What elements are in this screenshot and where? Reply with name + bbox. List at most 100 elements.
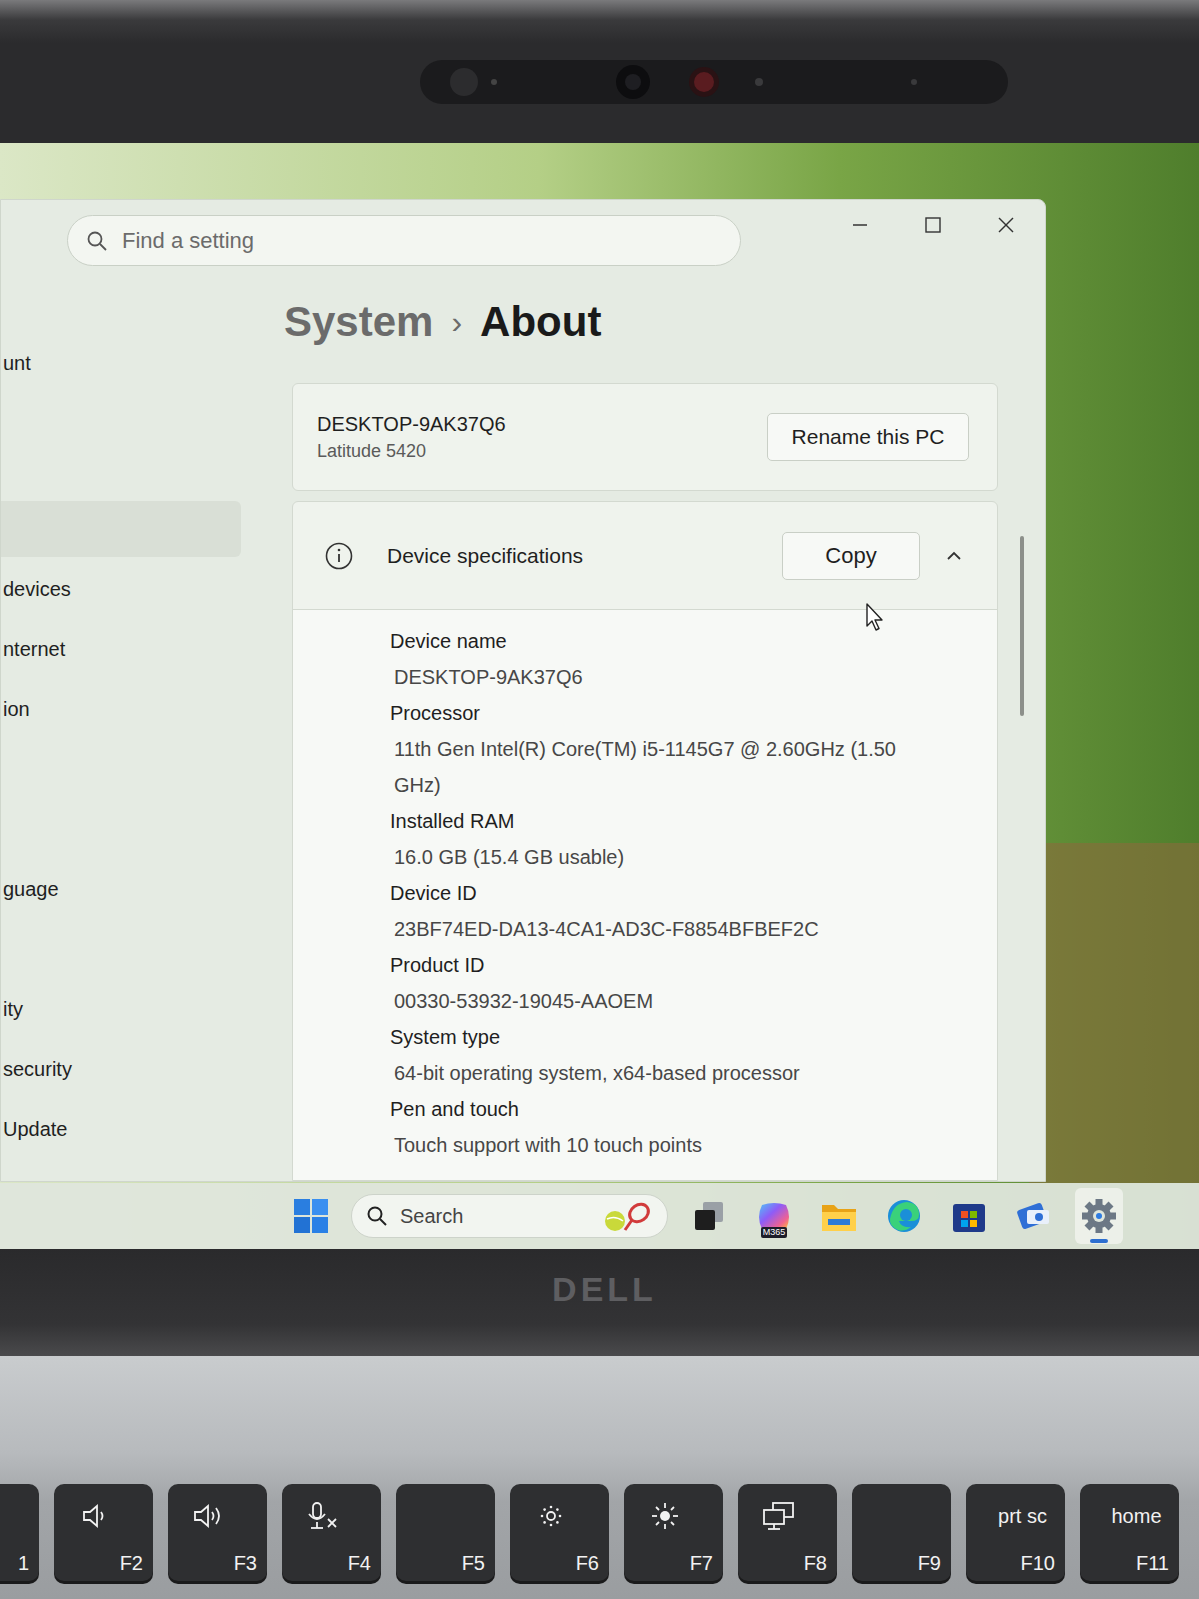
taskbar-app[interactable] [880, 1188, 928, 1244]
taskbar-app[interactable] [945, 1188, 993, 1244]
function-key[interactable]: F8 [738, 1484, 837, 1581]
webcam-icon [420, 60, 1008, 104]
search-icon [366, 1205, 388, 1227]
key-label: F2 [120, 1551, 143, 1575]
sidebar-gap [1, 393, 284, 499]
explorer-icon [820, 1199, 858, 1233]
window-body: unt devices nternet ion guage ity security Upda… [1, 285, 1045, 1181]
function-key[interactable]: F4 [282, 1484, 381, 1581]
maximize-button[interactable] [896, 205, 969, 245]
function-key[interactable]: prt scF10 [966, 1484, 1065, 1581]
sidebar-item[interactable] [1, 919, 284, 979]
key-top [624, 1498, 723, 1534]
sidebar: unt devices nternet ion guage ity security Upda… [1, 285, 284, 1181]
search-icon [86, 230, 108, 252]
spec-item: System type64-bit operating system, x64-… [390, 1019, 997, 1091]
sidebar-label[interactable]: ion [1, 694, 30, 724]
sidebar-item[interactable]: Update [1, 1099, 284, 1159]
sidebar-label[interactable]: guage [1, 874, 59, 904]
spec-item: Device ID23BF74ED-DA13-4CA1-AD3C-F8854BF… [390, 875, 997, 947]
key-top-label: prt sc [984, 1504, 1047, 1528]
sidebar-label[interactable]: nternet [1, 634, 65, 664]
volume-up-icon [192, 1502, 226, 1530]
specs-header[interactable]: Device specifications Copy [293, 502, 997, 610]
edge-icon [885, 1197, 923, 1235]
pc-name: DESKTOP-9AK37Q6 [317, 410, 506, 438]
settings-search[interactable]: Find a setting [67, 215, 741, 266]
rename-button[interactable]: Rename this PC [767, 413, 969, 461]
sidebar-item[interactable]: ity [1, 979, 284, 1039]
function-key[interactable]: F7 [624, 1484, 723, 1581]
close-button[interactable] [969, 205, 1042, 245]
function-key[interactable]: F2 [54, 1484, 153, 1581]
function-key[interactable]: F3 [168, 1484, 267, 1581]
sidebar-item[interactable]: unt [1, 333, 284, 393]
taskbar-app[interactable] [815, 1188, 863, 1244]
key-label: F4 [348, 1551, 371, 1575]
key-top [54, 1498, 153, 1534]
sidebar-label[interactable]: Update [1, 1114, 68, 1144]
function-key[interactable]: 1 [0, 1484, 39, 1581]
taskbar-app[interactable] [685, 1188, 733, 1244]
app-icon [1015, 1198, 1053, 1234]
specs-title: Device specifications [387, 540, 583, 572]
chevron-icon[interactable] [934, 536, 974, 576]
function-key[interactable]: F9 [852, 1484, 951, 1581]
sidebar-item-highlight [1, 501, 241, 557]
specs-body: Device nameDESKTOP-9AK37Q6Processor11th … [293, 610, 997, 1180]
sidebar-label[interactable]: unt [1, 348, 31, 378]
key-top: prt sc [966, 1498, 1065, 1534]
volume-down-icon [80, 1502, 110, 1530]
cursor-icon [865, 602, 887, 632]
spec-label: Pen and touch [390, 1091, 997, 1127]
spec-item: Pen and touchTouch support with 10 touch… [390, 1091, 997, 1163]
key-label: F8 [804, 1551, 827, 1575]
function-key[interactable]: F5 [396, 1484, 495, 1581]
spec-value: Touch support with 10 touch points [394, 1127, 924, 1163]
sidebar-item-highlight [1, 801, 241, 857]
sidebar-label[interactable]: security [1, 1054, 72, 1084]
spec-label: Product ID [390, 947, 997, 983]
search-placeholder[interactable]: Find a setting [122, 224, 254, 257]
key-top-label: home [1097, 1504, 1161, 1528]
start-icon[interactable] [293, 1198, 329, 1234]
key-label: F7 [690, 1551, 713, 1575]
sidebar-item[interactable]: nternet [1, 619, 284, 679]
taskbar-app[interactable] [1075, 1188, 1123, 1244]
spec-item: Device nameDESKTOP-9AK37Q6 [390, 623, 997, 695]
settings-window: Find a setting unt devices nternet ion guage i… [0, 199, 1046, 1182]
sidebar-label[interactable]: ity [1, 994, 23, 1024]
taskbar-app[interactable] [1010, 1188, 1058, 1244]
key-top [0, 1498, 39, 1534]
function-key[interactable]: F6 [510, 1484, 609, 1581]
sidebar-item[interactable]: guage [1, 859, 284, 919]
taskbar-app[interactable]: M365 [750, 1188, 798, 1244]
sidebar-item-highlight: ity [1, 981, 241, 1037]
taskbar-search-placeholder[interactable]: Search [400, 1201, 463, 1231]
sidebar-item[interactable]: security [1, 1039, 284, 1099]
taskbar-search[interactable]: Search [351, 1194, 668, 1238]
copy-button[interactable]: Copy [782, 532, 920, 580]
breadcrumb-parent[interactable]: System [284, 297, 433, 347]
sidebar-label[interactable]: devices [1, 574, 71, 604]
scrollbar-thumb[interactable] [1020, 536, 1024, 716]
key-top [282, 1498, 381, 1534]
sidebar-item-highlight: devices [1, 561, 241, 617]
minimize-button[interactable] [823, 205, 896, 245]
spec-label: Device name [390, 623, 997, 659]
spec-label: Device ID [390, 875, 997, 911]
sidebar-item-highlight [1, 741, 241, 797]
sidebar-item[interactable] [1, 799, 284, 859]
settings-icon [1080, 1197, 1118, 1235]
pc-card: DESKTOP-9AK37Q6Latitude 5420Rename this … [292, 383, 998, 491]
sidebar-item[interactable] [1, 499, 284, 559]
spec-label: Installed RAM [390, 803, 997, 839]
function-key[interactable]: homeF11 [1080, 1484, 1179, 1581]
content: System›AboutDESKTOP-9AK37Q6Latitude 5420… [284, 285, 1045, 1181]
info-icon [324, 541, 354, 571]
sidebar-item-highlight: Update [1, 1101, 241, 1157]
sidebar-item[interactable]: ion [1, 679, 284, 739]
sidebar-item[interactable] [1, 739, 284, 799]
sidebar-item[interactable]: devices [1, 559, 284, 619]
breadcrumb-separator: › [451, 297, 462, 347]
